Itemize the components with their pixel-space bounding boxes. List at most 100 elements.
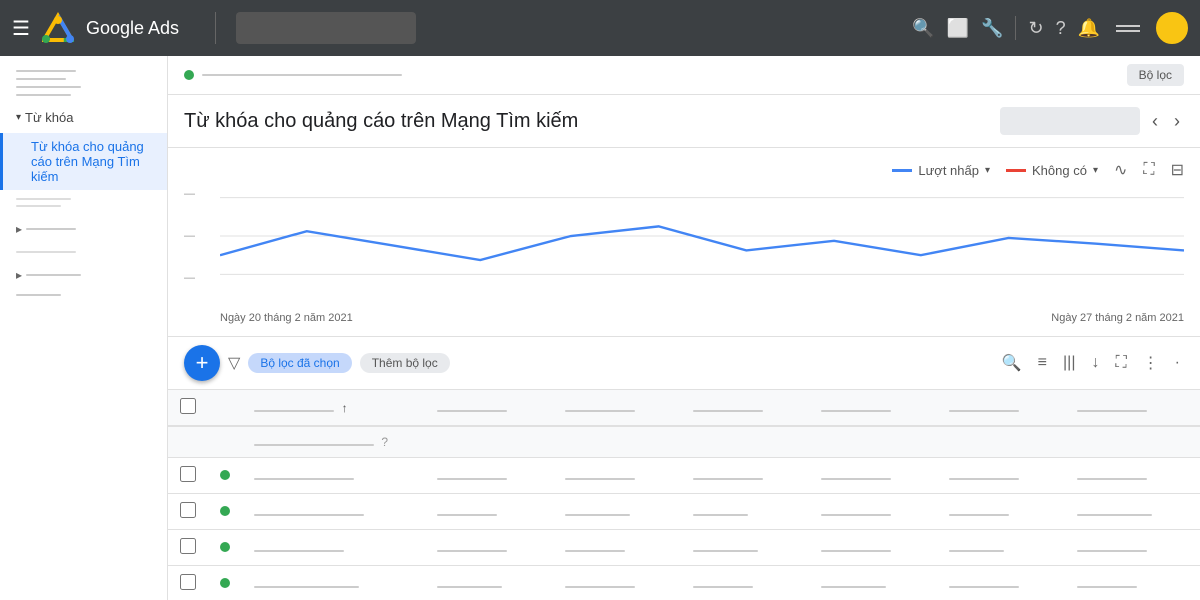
toolbar: + ▽ Bộ lọc đã chọn Thêm bộ lọc 🔍 ≡ ||| ↓… <box>168 337 1200 390</box>
legend-item-none: Không có ▾ <box>1006 163 1098 178</box>
chart-y-labels: — — — <box>184 188 214 284</box>
main-content: Bộ lọc Từ khóa cho quảng cáo trên Mạng T… <box>168 56 1200 600</box>
filter-pill-1[interactable]: Bộ lọc đã chọn <box>248 353 351 373</box>
legend-clicks-label: Lượt nhấp <box>918 163 979 178</box>
sidebar-section-keywords[interactable]: ▾ Từ khóa <box>0 102 167 133</box>
select-all-checkbox[interactable] <box>180 398 196 414</box>
chart-dates: Ngày 20 tháng 2 năm 2021 Ngày 27 tháng 2… <box>184 312 1184 324</box>
dots-icon-btn[interactable]: · <box>1171 354 1184 372</box>
row-status-dot <box>220 542 230 552</box>
help-icon[interactable]: ? <box>1056 18 1066 39</box>
bell-icon[interactable]: 🔔 <box>1078 18 1100 39</box>
chart-icon-btn[interactable]: ||| <box>1059 354 1079 372</box>
topnav-icons: 🔍 ⬜ 🔧 ↻ ? 🔔 <box>912 12 1188 44</box>
topnav: ☰ Google Ads 🔍 ⬜ 🔧 ↻ ? 🔔 <box>0 0 1200 56</box>
date-end: Ngày 27 tháng 2 năm 2021 <box>1051 312 1184 324</box>
chart-svg <box>220 188 1184 284</box>
sidebar-group-2[interactable]: ▸ <box>0 262 167 288</box>
breadcrumb-bar: Bộ lọc <box>168 56 1200 95</box>
sidebar-group-1[interactable]: ▸ <box>0 216 167 242</box>
sidebar-line-bottom <box>0 294 167 296</box>
prev-button[interactable]: ‹ <box>1148 111 1162 132</box>
y-label-top: — <box>184 188 214 200</box>
legend-item-clicks: Lượt nhấp ▾ <box>892 163 990 178</box>
next-button[interactable]: › <box>1170 111 1184 132</box>
header-status <box>208 390 242 426</box>
legend-dropdown-clicks[interactable]: ▾ <box>985 165 990 176</box>
row-status-dot <box>220 506 230 516</box>
table-wrapper: ↑ ? <box>168 390 1200 600</box>
header-col3 <box>553 390 681 426</box>
account-lines[interactable] <box>1116 25 1140 32</box>
y-label-mid: — <box>184 230 214 242</box>
table-header-row: ↑ <box>168 390 1200 426</box>
header-col7 <box>1065 390 1200 426</box>
help-icon-subheader[interactable]: ? <box>381 435 388 449</box>
expand-icon-btn[interactable]: ⛶ <box>1111 354 1130 372</box>
search-icon-btn[interactable]: 🔍 <box>998 353 1026 373</box>
add-button[interactable]: + <box>184 345 220 381</box>
filter-button[interactable]: Bộ lọc <box>1127 64 1184 86</box>
app-title: Google Ads <box>86 18 179 39</box>
header-col2 <box>425 390 553 426</box>
refresh-icon[interactable]: ↻ <box>1028 18 1043 39</box>
page-header-actions: ‹ › <box>1000 107 1184 135</box>
row-status-dot <box>220 578 230 588</box>
row-checkbox[interactable] <box>180 502 196 518</box>
status-dot <box>184 70 194 80</box>
legend-line-red <box>1006 169 1026 172</box>
sidebar-line-4 <box>0 94 167 96</box>
sidebar-sublines <box>0 190 167 216</box>
nav-divider <box>215 12 216 44</box>
sidebar-item-search-keywords[interactable]: Từ khóa cho quảng cáo trên Mạng Tìm kiếm <box>0 133 167 190</box>
chevron-right-icon-2: ▸ <box>16 268 22 282</box>
sidebar-line-2 <box>0 78 167 80</box>
legend-dropdown-none[interactable]: ▾ <box>1093 165 1098 176</box>
table-subheader-row: ? <box>168 426 1200 458</box>
row-checkbox[interactable] <box>180 574 196 590</box>
avatar[interactable] <box>1156 12 1188 44</box>
sidebar-sub-lines-2 <box>0 242 167 262</box>
header-col6 <box>937 390 1065 426</box>
more-icon-btn[interactable]: ⋮ <box>1139 353 1163 373</box>
header-checkbox <box>168 390 208 426</box>
breadcrumb-line <box>202 74 402 76</box>
filter-icon[interactable]: ▽ <box>228 353 240 373</box>
legend-none-label: Không có <box>1032 163 1087 178</box>
header-col5 <box>809 390 937 426</box>
search-icon[interactable]: 🔍 <box>912 18 934 39</box>
chart-wrapper: — — — <box>184 188 1184 308</box>
row-checkbox[interactable] <box>180 538 196 554</box>
reports-icon[interactable]: ⬜ <box>947 18 969 39</box>
table-row <box>168 494 1200 530</box>
chart-area: Lượt nhấp ▾ Không có ▾ ∿ ⛶ ⊟ — — — <box>168 148 1200 337</box>
settings-chart-icon[interactable]: ⊟ <box>1171 160 1184 180</box>
download-icon-btn[interactable]: ↓ <box>1087 354 1103 372</box>
columns-icon-btn[interactable]: ≡ <box>1034 354 1051 372</box>
table-row <box>168 566 1200 600</box>
row-checkbox[interactable] <box>180 466 196 482</box>
chevron-down-icon: ▾ <box>16 112 21 123</box>
trend-icon[interactable]: ∿ <box>1114 160 1127 180</box>
row-keyword <box>254 478 354 480</box>
hamburger-icon[interactable]: ☰ <box>12 16 30 41</box>
header-keyword[interactable]: ↑ <box>242 390 425 426</box>
tools-icon[interactable]: 🔧 <box>981 18 1003 39</box>
header-col4 <box>681 390 809 426</box>
search-bar[interactable] <box>236 12 416 44</box>
page-header: Từ khóa cho quảng cáo trên Mạng Tìm kiếm… <box>168 95 1200 148</box>
layout: ▾ Từ khóa Từ khóa cho quảng cáo trên Mạn… <box>0 56 1200 600</box>
legend-line-blue <box>892 169 912 172</box>
table-row <box>168 458 1200 494</box>
page-title: Từ khóa cho quảng cáo trên Mạng Tìm kiếm <box>184 110 1000 133</box>
sidebar-section-label: Từ khóa <box>25 110 73 125</box>
sidebar: ▾ Từ khóa Từ khóa cho quảng cáo trên Mạn… <box>0 56 168 600</box>
sidebar-line-3 <box>0 86 167 88</box>
sidebar-line-1 <box>0 70 167 72</box>
filter-pill-2[interactable]: Thêm bộ lọc <box>360 353 450 373</box>
sidebar-subitem-label: Từ khóa cho quảng cáo trên Mạng Tìm kiếm <box>31 139 144 184</box>
keywords-table: ↑ ? <box>168 390 1200 600</box>
date-start: Ngày 20 tháng 2 năm 2021 <box>220 312 353 324</box>
topnav-divider2 <box>1015 16 1016 40</box>
expand-chart-icon[interactable]: ⛶ <box>1143 161 1154 179</box>
